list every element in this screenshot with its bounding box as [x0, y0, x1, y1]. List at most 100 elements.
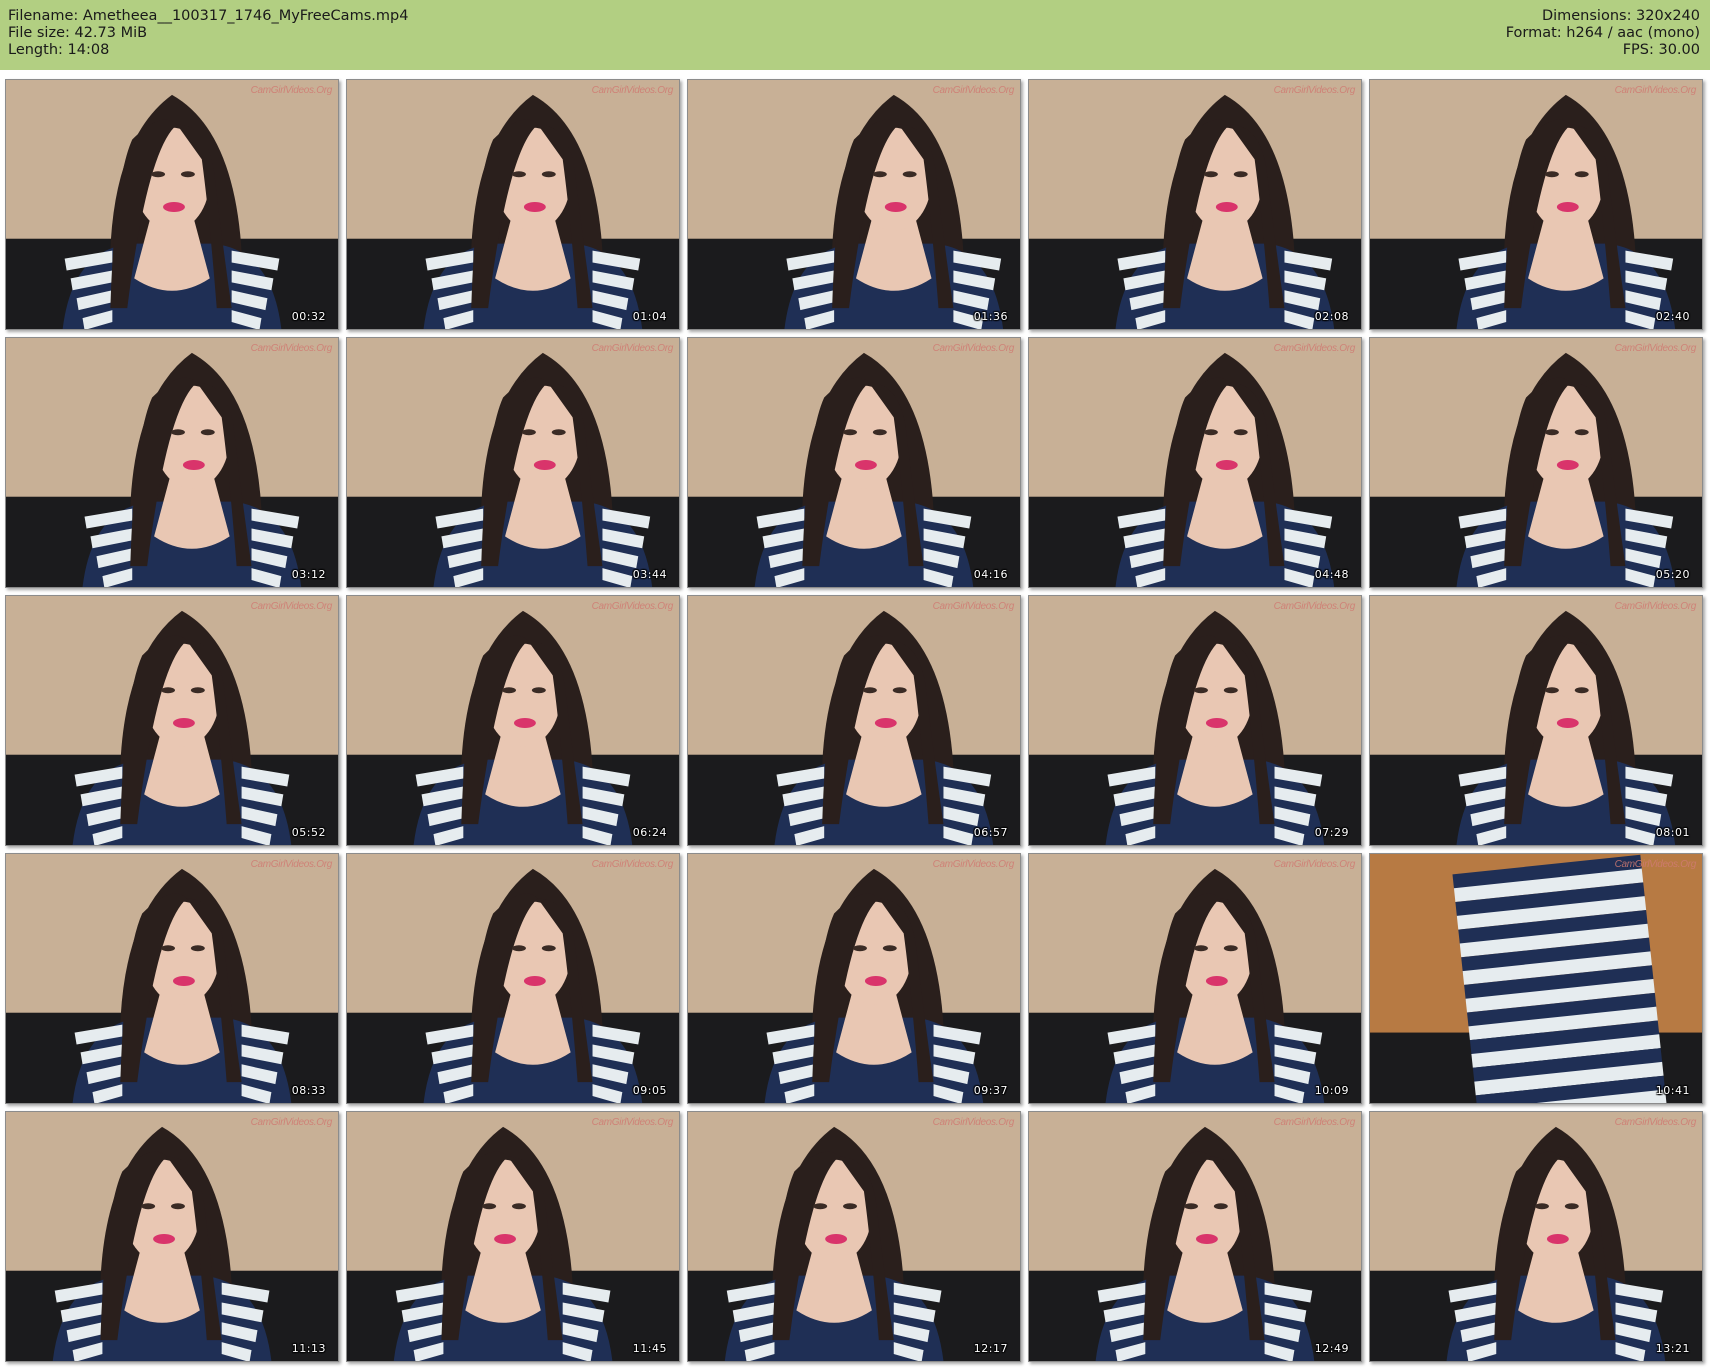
thumbnail-frame: CamGirlVideos.Org 02:08	[1028, 79, 1362, 330]
thumbnail-image	[6, 1112, 338, 1361]
timestamp-label: 03:12	[291, 568, 326, 581]
thumbnail-frame: CamGirlVideos.Org 08:33	[5, 853, 339, 1104]
thumbnail-frame: CamGirlVideos.Org 05:20	[1369, 337, 1703, 588]
thumbnail-image	[347, 596, 679, 845]
watermark-text: CamGirlVideos.Org	[250, 1117, 333, 1128]
thumbnail-frame: CamGirlVideos.Org 10:41	[1369, 853, 1703, 1104]
thumbnail-image	[688, 1112, 1020, 1361]
thumbnail-frame: CamGirlVideos.Org 13:21	[1369, 1111, 1703, 1362]
timestamp-label: 08:01	[1655, 826, 1690, 839]
watermark-text: CamGirlVideos.Org	[1614, 601, 1697, 612]
thumbnail-image	[1370, 1112, 1702, 1361]
thumbnail-frame: CamGirlVideos.Org 07:29	[1028, 595, 1362, 846]
dimensions-text: Dimensions: 320x240	[1541, 8, 1700, 24]
timestamp-label: 12:17	[973, 1342, 1008, 1355]
timestamp-label: 10:09	[1314, 1084, 1349, 1097]
thumbnail-image	[1370, 80, 1702, 329]
timestamp-label: 12:49	[1314, 1342, 1349, 1355]
watermark-text: CamGirlVideos.Org	[250, 343, 333, 354]
thumbnail-frame: CamGirlVideos.Org 06:57	[687, 595, 1021, 846]
thumbnail-image	[6, 854, 338, 1103]
watermark-text: CamGirlVideos.Org	[932, 859, 1015, 870]
watermark-text: CamGirlVideos.Org	[1614, 859, 1697, 870]
watermark-text: CamGirlVideos.Org	[591, 343, 674, 354]
timestamp-label: 04:48	[1314, 568, 1349, 581]
format-text: Format: h264 / aac (mono)	[1505, 25, 1700, 41]
timestamp-label: 09:37	[973, 1084, 1008, 1097]
thumbnail-grid: CamGirlVideos.Org 00:32 CamGirlVideos.Org 0…	[0, 77, 1710, 1370]
media-info: Dimensions: 320x240 Format: h264 / aac (…	[1506, 8, 1700, 59]
thumbnail-frame: CamGirlVideos.Org 02:40	[1369, 79, 1703, 330]
thumbnail-frame: CamGirlVideos.Org 05:52	[5, 595, 339, 846]
watermark-text: CamGirlVideos.Org	[250, 859, 333, 870]
thumbnail-frame: CamGirlVideos.Org 10:09	[1028, 853, 1362, 1104]
thumbnail-image	[6, 80, 338, 329]
timestamp-label: 06:24	[632, 826, 667, 839]
thumbnail-image	[1029, 596, 1361, 845]
timestamp-label: 05:52	[291, 826, 326, 839]
thumbnail-image	[347, 338, 679, 587]
thumbnail-image	[6, 596, 338, 845]
timestamp-label: 01:36	[973, 310, 1008, 323]
watermark-text: CamGirlVideos.Org	[1614, 343, 1697, 354]
watermark-text: CamGirlVideos.Org	[591, 1117, 674, 1128]
info-header: Filename: Ametheea__100317_1746_MyFreeCa…	[0, 0, 1710, 70]
thumbnail-image	[1029, 854, 1361, 1103]
timestamp-label: 08:33	[291, 1084, 326, 1097]
watermark-text: CamGirlVideos.Org	[250, 85, 333, 96]
watermark-text: CamGirlVideos.Org	[250, 601, 333, 612]
timestamp-label: 11:13	[291, 1342, 326, 1355]
thumbnail-frame: CamGirlVideos.Org 06:24	[346, 595, 680, 846]
timestamp-label: 11:45	[632, 1342, 667, 1355]
timestamp-label: 07:29	[1314, 826, 1349, 839]
thumbnail-frame: CamGirlVideos.Org 09:05	[346, 853, 680, 1104]
thumbnail-image	[688, 854, 1020, 1103]
thumbnail-frame: CamGirlVideos.Org 09:37	[687, 853, 1021, 1104]
timestamp-label: 05:20	[1655, 568, 1690, 581]
thumbnail-frame: CamGirlVideos.Org 03:44	[346, 337, 680, 588]
watermark-text: CamGirlVideos.Org	[932, 601, 1015, 612]
thumbnail-image	[688, 596, 1020, 845]
watermark-text: CamGirlVideos.Org	[932, 343, 1015, 354]
timestamp-label: 01:04	[632, 310, 667, 323]
watermark-text: CamGirlVideos.Org	[1273, 1117, 1356, 1128]
timestamp-label: 03:44	[632, 568, 667, 581]
thumbnail-frame: CamGirlVideos.Org 12:17	[687, 1111, 1021, 1362]
filesize-text: File size: 42.73 MiB	[8, 25, 148, 41]
thumbnail-frame: CamGirlVideos.Org 12:49	[1028, 1111, 1362, 1362]
timestamp-label: 02:40	[1655, 310, 1690, 323]
thumbnail-image	[6, 338, 338, 587]
timestamp-label: 02:08	[1314, 310, 1349, 323]
file-info: Filename: Ametheea__100317_1746_MyFreeCa…	[8, 8, 408, 59]
thumbnail-frame: CamGirlVideos.Org 03:12	[5, 337, 339, 588]
thumbnail-frame: CamGirlVideos.Org 11:45	[346, 1111, 680, 1362]
watermark-text: CamGirlVideos.Org	[591, 859, 674, 870]
thumbnail-image	[1370, 596, 1702, 845]
thumbnail-image	[1370, 854, 1702, 1103]
watermark-text: CamGirlVideos.Org	[1273, 85, 1356, 96]
watermark-text: CamGirlVideos.Org	[932, 1117, 1015, 1128]
thumbnail-frame: CamGirlVideos.Org 01:36	[687, 79, 1021, 330]
thumbnail-image	[688, 338, 1020, 587]
fps-text: FPS: 30.00	[1622, 42, 1700, 58]
thumbnail-frame: CamGirlVideos.Org 11:13	[5, 1111, 339, 1362]
timestamp-label: 06:57	[973, 826, 1008, 839]
timestamp-label: 00:32	[291, 310, 326, 323]
filename-text: Filename: Ametheea__100317_1746_MyFreeCa…	[8, 8, 409, 24]
thumbnail-frame: CamGirlVideos.Org 01:04	[346, 79, 680, 330]
watermark-text: CamGirlVideos.Org	[1273, 343, 1356, 354]
thumbnail-frame: CamGirlVideos.Org 00:32	[5, 79, 339, 330]
watermark-text: CamGirlVideos.Org	[1273, 859, 1356, 870]
thumbnail-frame: CamGirlVideos.Org 08:01	[1369, 595, 1703, 846]
thumbnail-frame: CamGirlVideos.Org 04:48	[1028, 337, 1362, 588]
watermark-text: CamGirlVideos.Org	[1614, 1117, 1697, 1128]
thumbnail-image	[1029, 338, 1361, 587]
watermark-text: CamGirlVideos.Org	[591, 85, 674, 96]
watermark-text: CamGirlVideos.Org	[932, 85, 1015, 96]
thumbnail-image	[347, 1112, 679, 1361]
timestamp-label: 10:41	[1655, 1084, 1690, 1097]
timestamp-label: 09:05	[632, 1084, 667, 1097]
thumbnail-image	[1029, 1112, 1361, 1361]
thumbnail-frame: CamGirlVideos.Org 04:16	[687, 337, 1021, 588]
thumbnail-image	[1029, 80, 1361, 329]
